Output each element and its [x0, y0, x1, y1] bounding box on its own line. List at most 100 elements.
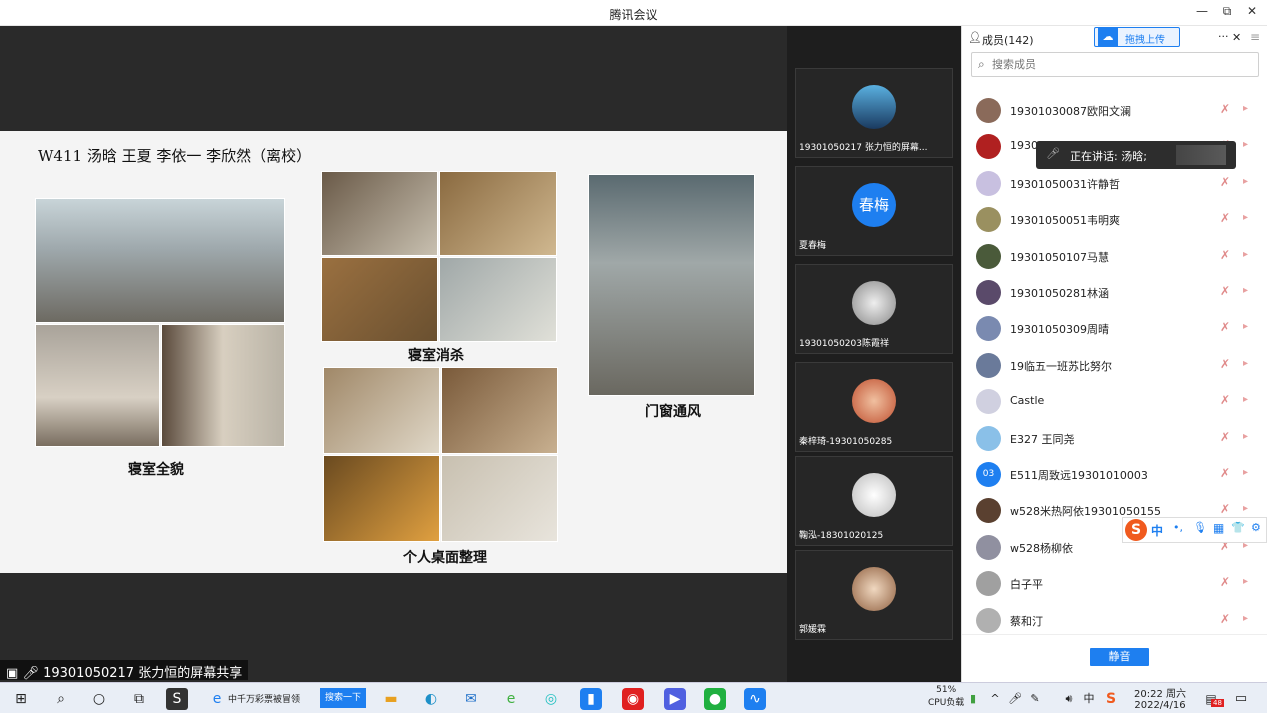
mail-icon[interactable]: ✉: [460, 688, 482, 710]
task-view-icon[interactable]: ⧉: [128, 688, 150, 710]
netease-music-icon[interactable]: ◉: [622, 688, 644, 710]
mic-muted-icon[interactable]: ✗: [1220, 430, 1230, 444]
thumbnail-name: 19301050217 张力恒的屏幕...: [799, 143, 928, 153]
camera-off-icon[interactable]: ▸: [1243, 394, 1248, 405]
member-row[interactable]: 19301050309周晴 ✗ ▸: [962, 310, 1267, 346]
caption-disinfect: 寝室消杀: [408, 347, 464, 363]
mute-all-button[interactable]: 静音: [1090, 648, 1149, 666]
app-icon-1[interactable]: S: [166, 688, 188, 710]
ime-toolbar[interactable]: S 中 •, 🎙 ▦ 👕 ⚙: [1122, 517, 1267, 543]
camera-off-icon[interactable]: ▸: [1243, 358, 1248, 369]
panel-close-button[interactable]: ✕: [1232, 31, 1241, 44]
sogou-tray-icon[interactable]: S: [1100, 688, 1122, 710]
member-name: Castle: [1010, 394, 1045, 408]
mic-muted-icon[interactable]: ✗: [1220, 211, 1230, 225]
member-row[interactable]: 19301050107马慧 ✗ ▸: [962, 238, 1267, 274]
avatar: [852, 85, 896, 129]
member-row[interactable]: 19301050281林涵 ✗ ▸: [962, 274, 1267, 310]
camera-off-icon[interactable]: ▸: [1243, 431, 1248, 442]
windows-start-icon[interactable]: ⊞: [10, 688, 32, 710]
member-row[interactable]: 19301050031许静哲 ✗ ▸: [962, 165, 1267, 201]
mic-muted-icon[interactable]: ✗: [1220, 357, 1230, 371]
mic-muted-icon[interactable]: ✗: [1220, 102, 1230, 116]
member-row[interactable]: 19301030087欧阳文澜 ✗ ▸: [962, 92, 1267, 128]
member-row[interactable]: 03 E511周致远19301010003 ✗ ▸: [962, 456, 1267, 492]
video-player-icon[interactable]: ▶: [664, 688, 686, 710]
avatar: [976, 352, 1001, 378]
camera-off-icon[interactable]: ▸: [1243, 503, 1248, 514]
mic-muted-icon[interactable]: ✗: [1220, 284, 1230, 298]
search-button[interactable]: 搜索一下: [320, 688, 366, 708]
mic-muted-icon[interactable]: ✗: [1220, 175, 1230, 189]
keyboard-icon[interactable]: ▦: [1213, 521, 1224, 535]
camera-off-icon[interactable]: ▸: [1243, 249, 1248, 260]
thumbnail-4[interactable]: 秦梓琦-19301050285: [795, 362, 953, 452]
meeting-icon[interactable]: ▮: [580, 688, 602, 710]
thumbnail-2[interactable]: 春梅 夏春梅: [795, 166, 953, 256]
search-input[interactable]: [992, 56, 1252, 73]
avatar: [976, 571, 1001, 597]
thumbnail-3[interactable]: 19301050203陈霞祥: [795, 264, 953, 354]
member-row[interactable]: Castle ✗ ▸: [962, 383, 1267, 419]
search-box[interactable]: ⌕: [971, 52, 1259, 77]
thumbnail-5[interactable]: 鞠泓-18301020125: [795, 456, 953, 546]
browser-icon[interactable]: e: [500, 688, 522, 710]
mic-muted-icon[interactable]: ✗: [1220, 320, 1230, 334]
skin-icon[interactable]: 👕: [1231, 521, 1245, 534]
search-icon[interactable]: ⌕: [50, 688, 72, 710]
action-center-icon[interactable]: ▭: [1230, 688, 1252, 710]
minimize-button[interactable]: —: [1190, 4, 1214, 22]
member-name: w528杨柳依: [1010, 541, 1073, 555]
thumbnail-1[interactable]: 19301050217 张力恒的屏幕...: [795, 68, 953, 158]
camera-off-icon[interactable]: ▸: [1243, 576, 1248, 587]
camera-off-icon[interactable]: ▸: [1243, 321, 1248, 332]
camera-off-icon[interactable]: ▸: [1243, 212, 1248, 223]
mic-muted-icon[interactable]: ✗: [1220, 575, 1230, 589]
member-row[interactable]: 19301050051韦明爽 ✗ ▸: [962, 201, 1267, 237]
voice-icon[interactable]: 🎙: [1193, 521, 1207, 534]
pen-icon[interactable]: ✎: [1024, 688, 1046, 710]
ie-icon[interactable]: e: [206, 688, 228, 710]
close-button[interactable]: ✕: [1240, 4, 1264, 22]
punct-icon[interactable]: •,: [1173, 521, 1183, 534]
tencent-meeting-icon[interactable]: ∿: [744, 688, 766, 710]
restore-button[interactable]: ⧉: [1215, 4, 1239, 22]
camera-off-icon[interactable]: ▸: [1243, 176, 1248, 187]
camera-off-icon[interactable]: ▸: [1243, 467, 1248, 478]
member-row[interactable]: 19临五一班苏比努尔 ✗ ▸: [962, 347, 1267, 383]
avatar: [976, 207, 1001, 233]
camera-off-icon[interactable]: ▸: [1243, 103, 1248, 114]
edge-icon[interactable]: ◐: [420, 688, 442, 710]
menu-icon[interactable]: ≡: [1250, 30, 1260, 44]
camera-off-icon[interactable]: ▸: [1243, 285, 1248, 296]
mic-tray-icon[interactable]: 🎤︎: [1004, 688, 1026, 710]
cortana-icon[interactable]: ○: [88, 688, 110, 710]
clock[interactable]: 20:22 周六 2022/4/16: [1134, 685, 1186, 711]
battery-icon[interactable]: ▮: [962, 688, 984, 710]
more-button[interactable]: ···: [1218, 30, 1229, 43]
mic-muted-icon[interactable]: ✗: [1220, 248, 1230, 262]
app-icon-2[interactable]: ◎: [540, 688, 562, 710]
member-row[interactable]: 蔡和汀 ✗ ▸: [962, 602, 1267, 638]
member-name: 19301030087欧阳文澜: [1010, 105, 1131, 118]
lang-indicator[interactable]: 中: [1078, 688, 1100, 710]
caption-overview: 寝室全貌: [128, 461, 184, 477]
chevron-up-icon[interactable]: ^: [984, 688, 1006, 710]
camera-off-icon[interactable]: ▸: [1243, 613, 1248, 624]
sogou-icon[interactable]: S: [1125, 519, 1147, 541]
mic-muted-icon[interactable]: ✗: [1220, 466, 1230, 480]
mic-muted-icon[interactable]: ✗: [1220, 502, 1230, 516]
wechat-icon[interactable]: ●: [704, 688, 726, 710]
mic-muted-icon[interactable]: ✗: [1220, 612, 1230, 626]
avatar: [976, 607, 1001, 633]
mic-muted-icon[interactable]: ✗: [1220, 393, 1230, 407]
file-explorer-icon[interactable]: ▬: [380, 688, 402, 710]
member-row[interactable]: E327 王同尧 ✗ ▸: [962, 420, 1267, 456]
news-text[interactable]: 中千万彩票被冒领: [228, 692, 300, 705]
camera-off-icon[interactable]: ▸: [1243, 139, 1248, 150]
thumbnail-6[interactable]: 郭媛霖: [795, 550, 953, 640]
settings-icon[interactable]: ⚙: [1251, 521, 1261, 534]
member-row[interactable]: 白子平 ✗ ▸: [962, 565, 1267, 601]
ime-lang[interactable]: 中: [1151, 522, 1163, 539]
volume-icon[interactable]: 🔊︎: [1058, 688, 1080, 710]
